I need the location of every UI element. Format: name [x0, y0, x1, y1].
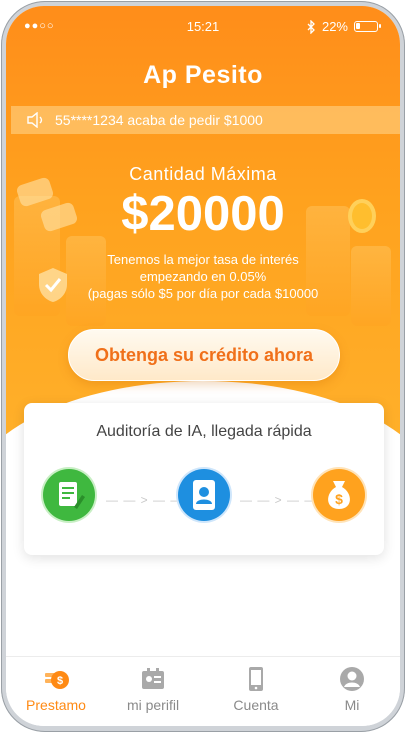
max-amount-label: Cantidad Máxima	[129, 164, 277, 184]
get-credit-button[interactable]: Obtenga su crédito ahora	[68, 329, 340, 381]
tab-label: mi perifil	[126, 697, 180, 713]
rate-line: (pagas sólo $5 por día por cada $10000	[87, 286, 319, 301]
bluetooth-icon	[307, 19, 315, 34]
steps-title: Auditoría de IA, llegada rápida	[96, 423, 312, 440]
notice-bar: 55****1234 acaba de pedir $1000	[11, 106, 400, 134]
status-right: 22%	[306, 19, 381, 34]
user-icon	[340, 667, 364, 691]
battery-percent: 22%	[321, 19, 348, 34]
phone-icon	[249, 667, 263, 691]
status-bar: ●●○○ 15:21 22%	[6, 6, 400, 46]
step-money: $	[311, 467, 367, 523]
max-amount-value: $20000	[121, 187, 285, 241]
tab-label: Mi	[344, 697, 360, 713]
tab-label: Prestamo	[26, 697, 86, 713]
tab-bar: $ Prestamo mi perifil Cuenta Mi	[6, 656, 400, 726]
app-screen: ●●○○ 15:21 22% Ap Pesito 55****1234 acab…	[6, 6, 400, 726]
id-card-icon	[178, 469, 230, 521]
tab-label: Cuenta	[233, 697, 279, 713]
step-id	[176, 467, 232, 523]
rate-line: Tenemos la mejor tasa de interés	[107, 252, 299, 267]
loan-icon: $	[45, 671, 69, 689]
svg-text:$: $	[335, 491, 343, 507]
money-bag-icon: $	[313, 469, 365, 521]
svg-text:$: $	[57, 675, 63, 687]
rate-description: Tenemos la mejor tasa de interés empezan…	[6, 251, 400, 302]
app-title: Ap Pesito	[143, 61, 263, 89]
speaker-icon	[27, 112, 43, 128]
step-arrow: — — > — —	[240, 493, 318, 507]
profile-card-icon	[142, 668, 164, 689]
step-arrow: — — > — —	[106, 493, 184, 507]
steps-card: Auditoría de IA, llegada rápida — — > — …	[24, 403, 384, 555]
step-form	[41, 467, 97, 523]
form-icon	[43, 469, 95, 521]
battery-icon	[354, 21, 381, 32]
tab-cuenta[interactable]: Cuenta	[216, 665, 296, 713]
tab-mi-perifil[interactable]: mi perifil	[113, 665, 193, 713]
notice-text: 55****1234 acaba de pedir $1000	[55, 112, 263, 128]
tab-prestamo[interactable]: $ Prestamo	[16, 665, 96, 713]
phone-frame: ●●○○ 15:21 22% Ap Pesito 55****1234 acab…	[1, 1, 405, 732]
rate-line: empezando en 0.05%	[139, 269, 267, 284]
tab-mi[interactable]: Mi	[312, 665, 392, 713]
